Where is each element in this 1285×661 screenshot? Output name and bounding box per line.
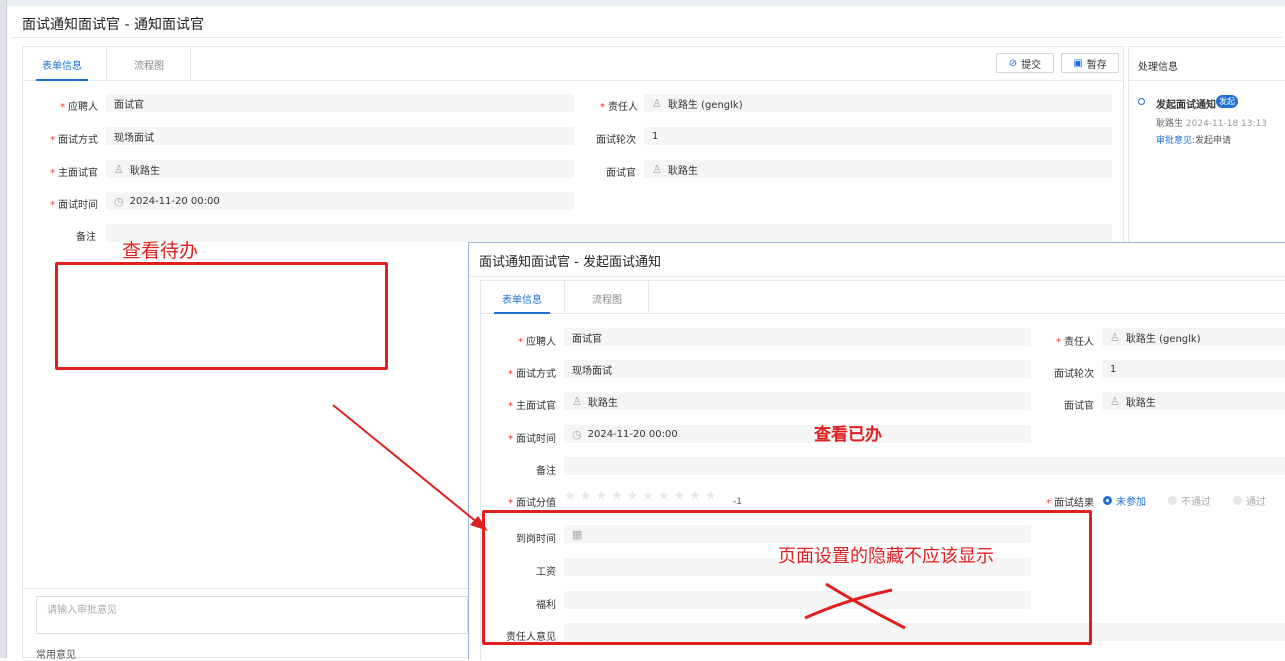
annotation-drawing xyxy=(332,404,906,630)
annotation-arrow-line xyxy=(332,404,479,524)
